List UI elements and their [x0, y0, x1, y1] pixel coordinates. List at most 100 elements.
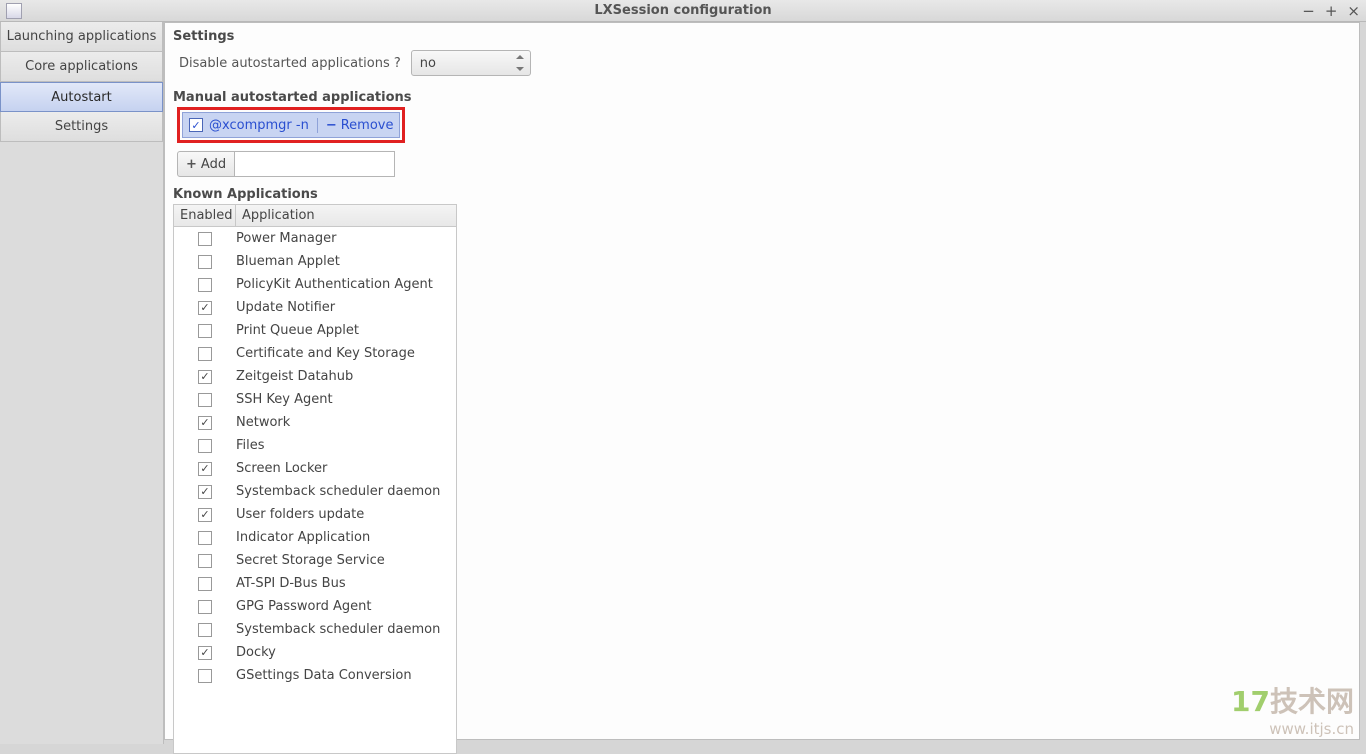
- disable-autostart-label: Disable autostarted applications ?: [179, 56, 401, 71]
- table-row[interactable]: Indicator Application: [174, 526, 456, 549]
- remove-label: Remove: [341, 118, 394, 133]
- application-name: Systemback scheduler daemon: [236, 484, 456, 499]
- enabled-checkbox[interactable]: [198, 232, 212, 246]
- manual-entry-checkbox[interactable]: [189, 118, 203, 132]
- window-title: LXSession configuration: [594, 3, 771, 18]
- maximize-icon[interactable]: +: [1325, 2, 1338, 20]
- enabled-checkbox[interactable]: [198, 278, 212, 292]
- enabled-checkbox[interactable]: [198, 531, 212, 545]
- add-input[interactable]: [235, 151, 395, 177]
- application-name: Certificate and Key Storage: [236, 346, 456, 361]
- minus-icon: −: [326, 118, 337, 133]
- application-name: GSettings Data Conversion: [236, 668, 456, 683]
- enabled-checkbox[interactable]: [198, 669, 212, 683]
- table-row[interactable]: Power Manager: [174, 227, 456, 250]
- table-row[interactable]: Zeitgeist Datahub: [174, 365, 456, 388]
- application-name: SSH Key Agent: [236, 392, 456, 407]
- tab-core-applications[interactable]: Core applications: [0, 52, 163, 82]
- table-row[interactable]: Files: [174, 434, 456, 457]
- application-name: Screen Locker: [236, 461, 456, 476]
- manual-entry: @xcompmgr -n − Remove: [182, 112, 400, 138]
- close-icon[interactable]: ×: [1347, 2, 1360, 20]
- enabled-checkbox[interactable]: [198, 324, 212, 338]
- application-name: Update Notifier: [236, 300, 456, 315]
- table-row[interactable]: Network: [174, 411, 456, 434]
- titlebar: LXSession configuration − + ×: [0, 0, 1366, 22]
- enabled-checkbox[interactable]: [198, 462, 212, 476]
- manual-entry-highlighted: @xcompmgr -n − Remove: [177, 107, 405, 143]
- table-row[interactable]: Systemback scheduler daemon: [174, 618, 456, 641]
- select-value: no: [420, 56, 436, 71]
- table-row[interactable]: GPG Password Agent: [174, 595, 456, 618]
- table-row[interactable]: Docky: [174, 641, 456, 664]
- app-icon: [6, 3, 22, 19]
- known-applications-table: Enabled Application Power Manager Blueman…: [173, 204, 457, 754]
- table-body: Power Manager Blueman Applet PolicyKit Aut…: [174, 227, 456, 753]
- application-name: User folders update: [236, 507, 456, 522]
- enabled-checkbox[interactable]: [198, 255, 212, 269]
- enabled-checkbox[interactable]: [198, 508, 212, 522]
- known-heading: Known Applications: [165, 181, 1359, 204]
- column-application[interactable]: Application: [236, 205, 456, 226]
- enabled-checkbox[interactable]: [198, 370, 212, 384]
- enabled-checkbox[interactable]: [198, 301, 212, 315]
- table-row[interactable]: Update Notifier: [174, 296, 456, 319]
- manual-entry-command: @xcompmgr -n: [209, 118, 309, 133]
- content-area: Settings Disable autostarted application…: [164, 22, 1366, 744]
- application-name: Blueman Applet: [236, 254, 456, 269]
- enabled-checkbox[interactable]: [198, 347, 212, 361]
- table-row[interactable]: Secret Storage Service: [174, 549, 456, 572]
- enabled-checkbox[interactable]: [198, 623, 212, 637]
- table-row[interactable]: User folders update: [174, 503, 456, 526]
- table-row[interactable]: Systemback scheduler daemon: [174, 480, 456, 503]
- application-name: Docky: [236, 645, 456, 660]
- enabled-checkbox[interactable]: [198, 439, 212, 453]
- application-name: GPG Password Agent: [236, 599, 456, 614]
- table-row[interactable]: AT-SPI D-Bus Bus: [174, 572, 456, 595]
- enabled-checkbox[interactable]: [198, 646, 212, 660]
- enabled-checkbox[interactable]: [198, 600, 212, 614]
- table-header: Enabled Application: [174, 205, 456, 227]
- disable-autostart-row: Disable autostarted applications ? no: [165, 46, 1359, 84]
- add-button[interactable]: + Add: [177, 151, 235, 177]
- application-name: Power Manager: [236, 231, 456, 246]
- application-name: Files: [236, 438, 456, 453]
- column-enabled[interactable]: Enabled: [174, 205, 236, 226]
- settings-panel: Settings Disable autostarted application…: [164, 22, 1360, 740]
- sidebar: Launching applications Core applications…: [0, 22, 164, 744]
- tab-label: Settings: [55, 119, 108, 134]
- application-name: AT-SPI D-Bus Bus: [236, 576, 456, 591]
- table-row[interactable]: PolicyKit Authentication Agent: [174, 273, 456, 296]
- table-row[interactable]: GSettings Data Conversion: [174, 664, 456, 687]
- application-name: Zeitgeist Datahub: [236, 369, 456, 384]
- window-controls: − + ×: [1302, 2, 1360, 20]
- tab-label: Autostart: [51, 90, 111, 105]
- remove-button[interactable]: − Remove: [317, 118, 394, 133]
- table-row[interactable]: SSH Key Agent: [174, 388, 456, 411]
- settings-heading: Settings: [165, 23, 1359, 46]
- add-label: Add: [201, 157, 226, 172]
- tab-launching-applications[interactable]: Launching applications: [0, 22, 163, 52]
- tab-label: Core applications: [25, 59, 138, 74]
- application-name: Print Queue Applet: [236, 323, 456, 338]
- tab-label: Launching applications: [7, 29, 157, 44]
- application-name: PolicyKit Authentication Agent: [236, 277, 456, 292]
- enabled-checkbox[interactable]: [198, 393, 212, 407]
- add-row: + Add: [177, 151, 1351, 177]
- disable-autostart-select[interactable]: no: [411, 50, 531, 76]
- enabled-checkbox[interactable]: [198, 416, 212, 430]
- application-name: Indicator Application: [236, 530, 456, 545]
- application-name: Network: [236, 415, 456, 430]
- table-row[interactable]: Certificate and Key Storage: [174, 342, 456, 365]
- table-row[interactable]: Blueman Applet: [174, 250, 456, 273]
- plus-icon: +: [186, 157, 197, 172]
- table-row[interactable]: Screen Locker: [174, 457, 456, 480]
- tab-autostart[interactable]: Autostart: [0, 82, 163, 112]
- tab-settings[interactable]: Settings: [0, 112, 163, 142]
- application-name: Systemback scheduler daemon: [236, 622, 456, 637]
- minimize-icon[interactable]: −: [1302, 2, 1315, 20]
- enabled-checkbox[interactable]: [198, 485, 212, 499]
- enabled-checkbox[interactable]: [198, 554, 212, 568]
- enabled-checkbox[interactable]: [198, 577, 212, 591]
- table-row[interactable]: Print Queue Applet: [174, 319, 456, 342]
